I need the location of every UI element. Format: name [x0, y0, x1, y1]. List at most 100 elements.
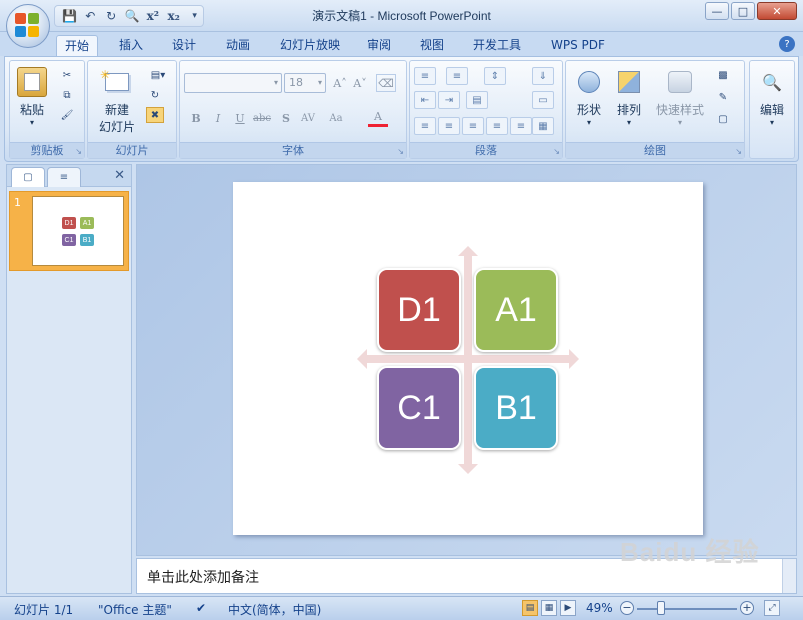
- strikethrough-icon[interactable]: abc: [252, 109, 272, 127]
- clipboard-icon: [17, 67, 47, 97]
- char-spacing-icon[interactable]: AV: [298, 109, 318, 127]
- font-size-combo[interactable]: 18 ▾: [284, 73, 326, 93]
- help-icon[interactable]: ?: [779, 36, 795, 52]
- office-button[interactable]: [6, 4, 50, 48]
- columns-icon[interactable]: ▤: [466, 91, 488, 109]
- maximize-button[interactable]: □: [731, 2, 755, 20]
- dialog-launcher-icon[interactable]: ↘: [397, 147, 404, 156]
- tab-design[interactable]: 设计: [164, 35, 204, 56]
- font-group-label: 字体: [180, 142, 406, 158]
- format-painter-icon[interactable]: 🖌: [58, 107, 76, 123]
- layout-icon[interactable]: ▤▾: [146, 67, 170, 83]
- chevron-down-icon: ▾: [626, 118, 631, 127]
- decrease-indent-icon[interactable]: ⇤: [414, 91, 436, 109]
- shape-outline-icon[interactable]: ✎: [714, 89, 732, 105]
- tab-wps-pdf[interactable]: WPS PDF: [543, 35, 613, 56]
- align-center-icon[interactable]: ≡: [438, 117, 460, 135]
- slideshow-icon[interactable]: ▶: [560, 600, 576, 616]
- grow-font-icon[interactable]: A˄: [330, 74, 350, 92]
- normal-view-icon[interactable]: ▤: [522, 600, 538, 616]
- shrink-font-icon[interactable]: A˅: [350, 74, 370, 92]
- increase-indent-icon[interactable]: ⇥: [438, 91, 460, 109]
- paragraph-group: ≡ ≡ ⇕ ⇓ ⇤ ⇥ ▤ ▭ ≡ ≡ ≡ ≡ ≡ ▦ 段落 ↘: [409, 60, 563, 159]
- align-right-icon[interactable]: ≡: [462, 117, 484, 135]
- zoom-out-icon[interactable]: −: [620, 601, 634, 615]
- status-bar: 幻灯片 1/1 "Office 主题" ✔ 中文(简体，中国) ▤ ▦ ▶ 49…: [0, 596, 803, 620]
- tab-slides[interactable]: ▢: [11, 167, 45, 187]
- paste-button[interactable]: 粘贴 ▾: [14, 67, 50, 127]
- pane-tabs: ▢ ≡ ✕: [7, 165, 131, 187]
- zoom-in-icon[interactable]: +: [740, 601, 754, 615]
- language[interactable]: 中文(简体，中国): [228, 601, 321, 618]
- zoom-slider[interactable]: [637, 608, 737, 610]
- fit-to-window-icon[interactable]: ⤢: [764, 600, 780, 616]
- ribbon-tabs: 开始 插入 设计 动画 幻灯片放映 审阅 视图 开发工具 WPS PDF ?: [0, 32, 803, 56]
- chevron-down-icon: ▾: [273, 78, 278, 87]
- slides-pane: ▢ ≡ ✕ 1 D1 A1 C1 B1: [6, 164, 132, 594]
- italic-icon[interactable]: I: [208, 109, 228, 127]
- reset-icon[interactable]: ↻: [146, 87, 164, 103]
- smartart-icon[interactable]: ▦: [532, 117, 554, 135]
- arrange-button[interactable]: 排列 ▾: [612, 67, 646, 127]
- zoom-slider-thumb[interactable]: [657, 601, 665, 615]
- slide-sorter-icon[interactable]: ▦: [541, 600, 557, 616]
- thumb-tile: B1: [80, 234, 94, 246]
- font-color-icon[interactable]: A: [368, 109, 388, 127]
- tile-d1[interactable]: D1: [377, 268, 461, 352]
- title-bar: 💾 ↶ ↻ 🔍 x² x₂ ▾ 演示文稿1 - Microsoft PowerP…: [0, 0, 803, 32]
- numbering-icon[interactable]: ≡: [446, 67, 468, 85]
- tab-slideshow[interactable]: 幻灯片放映: [272, 35, 348, 56]
- close-icon[interactable]: ✕: [114, 168, 125, 183]
- delete-slide-icon[interactable]: ✖: [146, 107, 164, 123]
- chevron-down-icon: ▾: [317, 78, 322, 87]
- dialog-launcher-icon[interactable]: ↘: [553, 147, 560, 156]
- theme-name[interactable]: "Office 主题": [98, 601, 172, 618]
- thumb-tile: D1: [62, 217, 76, 229]
- tab-review[interactable]: 审阅: [359, 35, 399, 56]
- underline-icon[interactable]: U: [230, 109, 250, 127]
- spell-check-icon[interactable]: ✔: [196, 601, 206, 615]
- tab-outline[interactable]: ≡: [47, 167, 81, 187]
- editing-button[interactable]: 🔍 编辑 ▾: [755, 67, 789, 128]
- line-spacing-icon[interactable]: ⇕: [484, 67, 506, 85]
- tab-insert[interactable]: 插入: [111, 35, 151, 56]
- justify-icon[interactable]: ≡: [486, 117, 508, 135]
- align-left-icon[interactable]: ≡: [414, 117, 436, 135]
- slide-thumbnail[interactable]: 1 D1 A1 C1 B1: [9, 191, 129, 271]
- minimize-button[interactable]: —: [705, 2, 729, 20]
- quick-styles-button[interactable]: 快速样式 ▾: [654, 67, 706, 127]
- tab-developer[interactable]: 开发工具: [465, 35, 529, 56]
- align-text-icon[interactable]: ▭: [532, 91, 554, 109]
- tile-a1[interactable]: A1: [474, 268, 558, 352]
- dialog-launcher-icon[interactable]: ↘: [75, 147, 82, 156]
- shapes-button[interactable]: 形状 ▾: [572, 67, 606, 127]
- editing-label: 编辑: [759, 103, 784, 117]
- text-direction-icon[interactable]: ⇓: [532, 67, 554, 85]
- bullets-icon[interactable]: ≡: [414, 67, 436, 85]
- quick-styles-icon: [665, 67, 695, 97]
- dialog-launcher-icon[interactable]: ↘: [735, 147, 742, 156]
- paste-label: 粘贴: [19, 103, 44, 117]
- tile-c1[interactable]: C1: [377, 366, 461, 450]
- shape-effects-icon[interactable]: ▢: [714, 111, 732, 127]
- change-case-icon[interactable]: Aa: [326, 109, 346, 127]
- cut-icon[interactable]: ✂: [58, 67, 76, 83]
- zoom-level[interactable]: 49%: [586, 601, 613, 615]
- tile-b1[interactable]: B1: [474, 366, 558, 450]
- ribbon: 粘贴 ▾ ✂ ⧉ 🖌 剪贴板 ↘ ✳ 新建 幻灯片 ▤▾ ↻ ✖ 幻灯片 ▾ 1…: [4, 56, 799, 162]
- new-slide-button[interactable]: ✳ 新建 幻灯片: [92, 67, 142, 135]
- notes-scrollbar[interactable]: [782, 559, 796, 593]
- tab-home[interactable]: 开始: [56, 35, 99, 56]
- tab-animation[interactable]: 动画: [218, 35, 258, 56]
- slide-canvas[interactable]: D1 A1 C1 B1: [233, 182, 703, 535]
- bold-icon[interactable]: B: [186, 109, 206, 127]
- slides-tab-icon: ▢: [23, 172, 33, 183]
- copy-icon[interactable]: ⧉: [58, 87, 76, 103]
- text-shadow-icon[interactable]: S: [276, 109, 296, 127]
- distribute-icon[interactable]: ≡: [510, 117, 532, 135]
- clear-format-icon[interactable]: ⌫: [376, 74, 396, 92]
- tab-view[interactable]: 视图: [412, 35, 452, 56]
- close-button[interactable]: ✕: [757, 2, 797, 20]
- shape-fill-icon[interactable]: ▩: [714, 67, 732, 83]
- font-name-combo[interactable]: ▾: [184, 73, 282, 93]
